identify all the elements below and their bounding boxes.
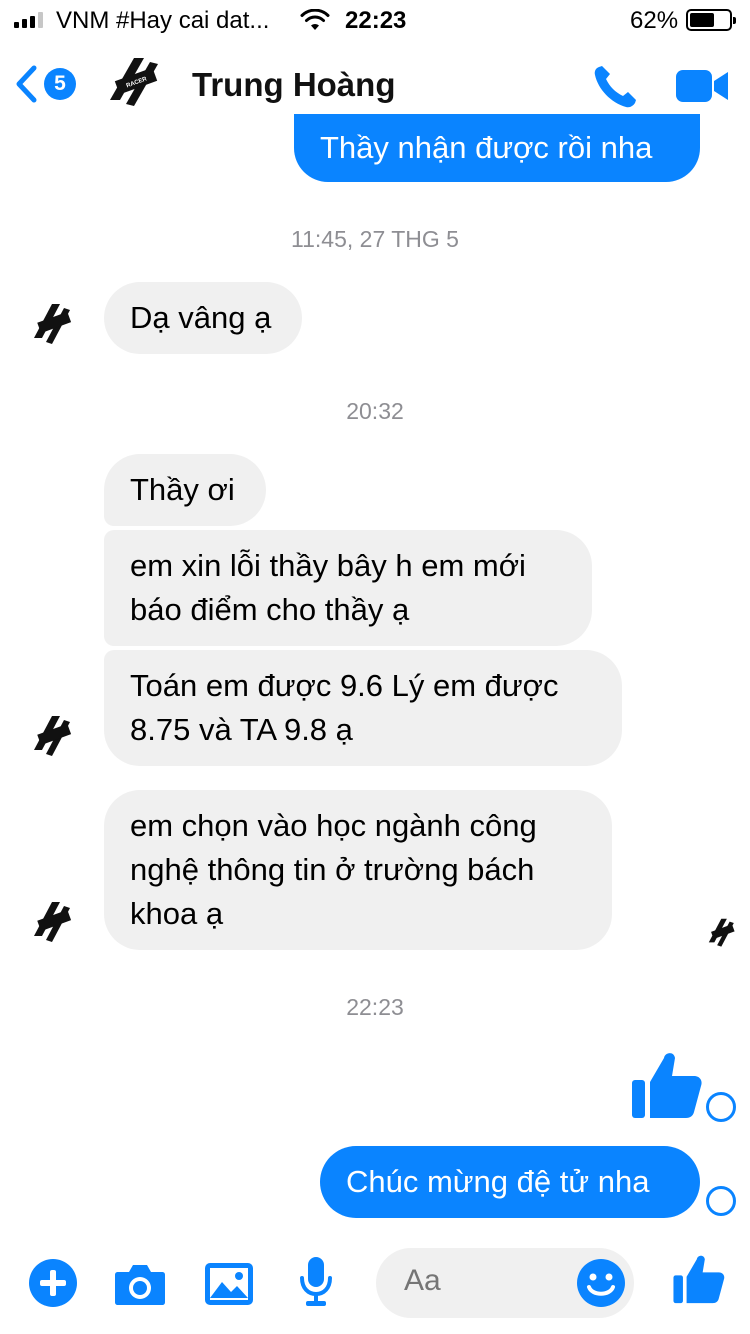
plus-circle-icon[interactable] bbox=[28, 1258, 78, 1308]
sender-avatar[interactable] bbox=[30, 898, 76, 944]
incoming-message[interactable]: em chọn vào học ngành công nghệ thông ti… bbox=[104, 790, 612, 950]
outgoing-message[interactable]: Chúc mừng đệ tử nha bbox=[320, 1146, 700, 1218]
sent-status-icon bbox=[706, 1186, 736, 1216]
thumbs-up-icon[interactable] bbox=[672, 1252, 726, 1306]
message-line: Toán em được 9.6 Lý em được bbox=[130, 668, 559, 703]
message-line: 8.75 và TA 9.8 ạ bbox=[130, 712, 353, 747]
message-text: Chúc mừng đệ tử nha bbox=[346, 1164, 650, 1199]
wifi-icon bbox=[300, 9, 330, 30]
incoming-message[interactable]: Thầy ơi bbox=[104, 454, 266, 526]
timestamp: 22:23 bbox=[346, 994, 404, 1020]
message-line: em chọn vào học ngành công bbox=[130, 808, 537, 843]
message-text: Dạ vâng ạ bbox=[130, 300, 272, 335]
timestamp: 11:45, 27 THG 5 bbox=[291, 226, 459, 252]
message-line: báo điểm cho thầy ạ bbox=[130, 592, 410, 627]
battery-percent: 62% bbox=[630, 7, 679, 34]
status-bar: VNM #Hay cai dat... 22:23 62% bbox=[0, 0, 750, 40]
seen-by-avatar bbox=[708, 918, 735, 947]
message-line: em xin lỗi thầy bây h em mới bbox=[130, 548, 526, 583]
thumbs-up-icon[interactable] bbox=[630, 1048, 704, 1122]
status-time: 22:23 bbox=[345, 7, 407, 34]
chevron-left-icon bbox=[16, 65, 37, 103]
incoming-message[interactable]: em xin lỗi thầy bây h em mới báo điểm ch… bbox=[104, 530, 592, 646]
timestamp: 20:32 bbox=[346, 398, 404, 424]
incoming-message[interactable]: Dạ vâng ạ bbox=[104, 282, 302, 354]
delivered-status-icon bbox=[706, 1092, 736, 1122]
message-input[interactable] bbox=[404, 1264, 554, 1298]
video-camera-icon[interactable] bbox=[674, 66, 730, 106]
message-line: nghệ thông tin ở trường bách bbox=[130, 852, 535, 887]
contact-avatar[interactable]: RACER bbox=[104, 52, 164, 112]
carrier-name: VNM #Hay cai dat... bbox=[56, 7, 270, 34]
unread-count-badge: 5 bbox=[44, 68, 76, 100]
sender-avatar[interactable] bbox=[30, 712, 76, 758]
message-input-field[interactable] bbox=[376, 1248, 634, 1318]
signal-strength-icon bbox=[14, 12, 43, 28]
outgoing-message[interactable]: Thầy nhận được rồi nha bbox=[294, 114, 700, 182]
contact-name[interactable]: Trung Hoàng bbox=[192, 66, 395, 104]
message-text: Thầy nhận được rồi nha bbox=[320, 130, 653, 165]
battery-level bbox=[690, 13, 714, 27]
camera-icon[interactable] bbox=[114, 1262, 166, 1306]
microphone-icon[interactable] bbox=[298, 1256, 334, 1308]
message-text: Thầy ơi bbox=[130, 472, 235, 507]
message-line: khoa ạ bbox=[130, 896, 224, 931]
sender-avatar[interactable] bbox=[30, 300, 76, 346]
phone-icon[interactable] bbox=[590, 62, 640, 112]
battery-icon bbox=[686, 9, 736, 31]
back-button[interactable]: 5 bbox=[14, 60, 84, 108]
incoming-message[interactable]: Toán em được 9.6 Lý em được 8.75 và TA 9… bbox=[104, 650, 622, 766]
smiley-icon[interactable] bbox=[576, 1258, 626, 1308]
image-icon[interactable] bbox=[204, 1262, 254, 1306]
